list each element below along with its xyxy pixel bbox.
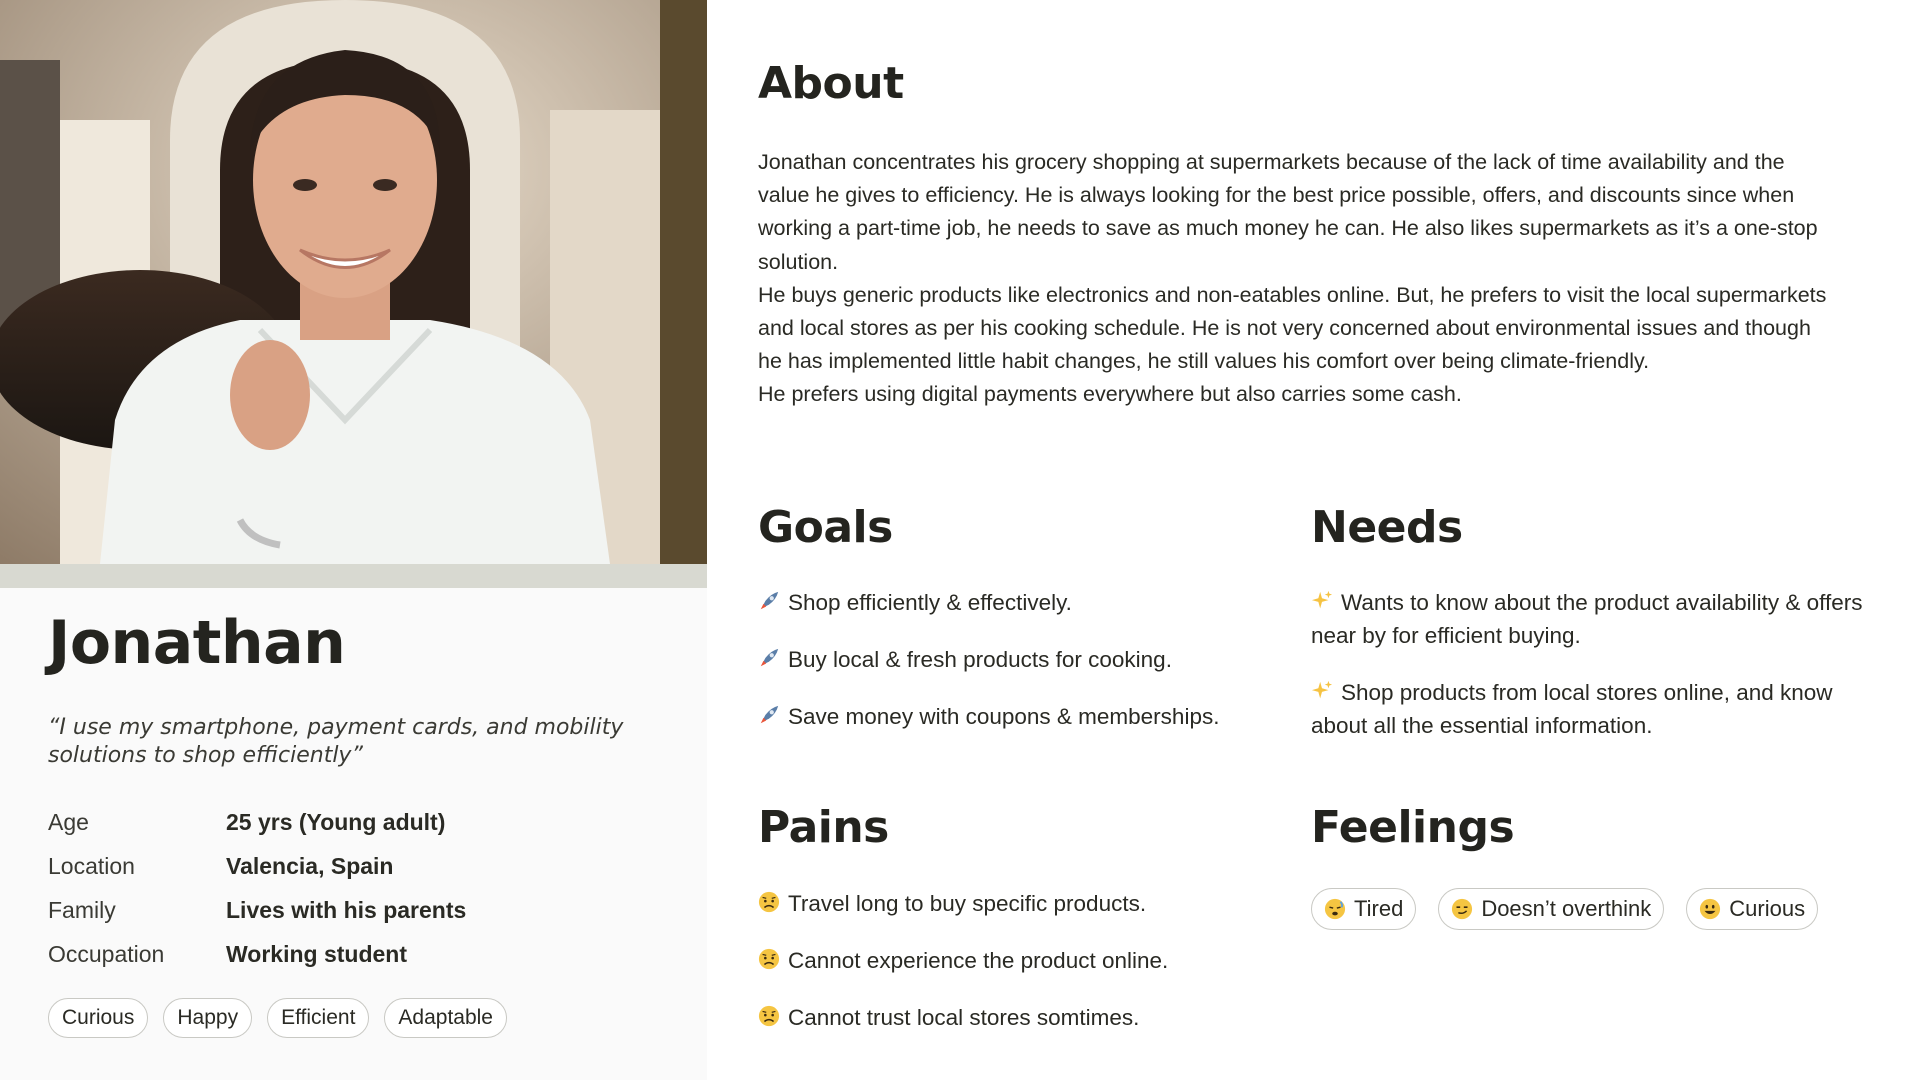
about-paragraph: Jonathan concentrates his grocery shoppi… (758, 150, 1818, 274)
photo-divider (0, 564, 707, 588)
pain-text: Cannot experience the product online. (788, 948, 1169, 973)
fact-value: Working student (226, 940, 408, 967)
profile-photo (0, 0, 707, 564)
persona-quote: “I use my smartphone, payment cards, and… (48, 715, 624, 768)
fact-label: Family (48, 896, 116, 923)
fact-value: Valencia, Spain (226, 852, 394, 879)
fact-row-family: Family Lives with his parents (48, 888, 688, 932)
feeling-label: Curious (1729, 896, 1806, 921)
feeling-tag: Doesn’t overthink (1438, 888, 1665, 930)
goals-heading: Goals (758, 502, 893, 553)
trait-tag: Curious (48, 998, 149, 1038)
persona-details: About Jonathan concentrates his grocery … (758, 0, 1888, 1080)
rocket-icon (760, 648, 779, 667)
pain-item: Cannot experience the product online. (758, 944, 1278, 977)
pains-list: Travel long to buy specific products. Ca… (758, 887, 1278, 1034)
goal-text: Buy local & fresh products for cooking. (788, 647, 1172, 672)
need-text: Shop products from local stores online, … (1311, 680, 1833, 738)
rocket-icon (760, 591, 779, 610)
tired-face-icon (1324, 898, 1346, 920)
pain-text: Cannot trust local stores somtimes. (788, 1005, 1140, 1030)
need-item: Wants to know about the product availabi… (1311, 586, 1871, 652)
sparkles-icon (1311, 680, 1333, 699)
trait-tag: Happy (163, 998, 253, 1038)
feeling-tag: Tired (1311, 888, 1417, 930)
goal-item: Shop efficiently & effectively. (758, 586, 1278, 619)
fact-label: Age (48, 808, 89, 835)
goal-text: Shop efficiently & effectively. (788, 590, 1072, 615)
feelings-heading: Feelings (1311, 802, 1515, 853)
profile-panel: Jonathan “I use my smartphone, payment c… (0, 0, 707, 1080)
fact-value: 25 yrs (Young adult) (226, 808, 446, 835)
persona-name: Jonathan (48, 608, 346, 678)
pain-item: Cannot trust local stores somtimes. (758, 1001, 1278, 1034)
rocket-icon (760, 705, 779, 724)
persona-facts: Age 25 yrs (Young adult) Location Valenc… (48, 800, 688, 976)
needs-list: Wants to know about the product availabi… (1311, 586, 1871, 742)
goal-item: Buy local & fresh products for cooking. (758, 643, 1278, 676)
feelings-list: Tired Doesn’t overthink Curious (1311, 888, 1871, 930)
about-text: Jonathan concentrates his grocery shoppi… (758, 146, 1828, 412)
fact-row-location: Location Valencia, Spain (48, 844, 688, 888)
trait-tag: Efficient (267, 998, 370, 1038)
trait-tag: Adaptable (384, 998, 507, 1038)
needs-heading: Needs (1311, 502, 1463, 553)
about-heading: About (758, 58, 904, 109)
grinning-face-icon (1700, 898, 1721, 920)
need-text: Wants to know about the product availabi… (1311, 590, 1863, 648)
feeling-tag: Curious (1686, 888, 1819, 930)
fact-row-occupation: Occupation Working student (48, 932, 688, 976)
feeling-label: Tired (1354, 896, 1404, 921)
pains-heading: Pains (758, 802, 889, 853)
trait-tags: Curious Happy Efficient Adaptable (48, 998, 507, 1038)
feeling-label: Doesn’t overthink (1481, 896, 1652, 921)
smirk-face-icon (1452, 898, 1473, 920)
about-paragraph: He buys generic products like electronic… (758, 282, 1827, 374)
worried-face-icon (758, 1005, 780, 1027)
worried-face-icon (758, 948, 780, 970)
goals-list: Shop efficiently & effectively. Buy loca… (758, 586, 1278, 733)
fact-label: Location (48, 852, 135, 879)
fact-value: Lives with his parents (226, 896, 467, 923)
sparkles-icon (1311, 590, 1333, 609)
pain-item: Travel long to buy specific products. (758, 887, 1278, 920)
worried-face-icon (758, 891, 780, 913)
fact-label: Occupation (48, 940, 165, 967)
fact-row-age: Age 25 yrs (Young adult) (48, 800, 688, 844)
goal-text: Save money with coupons & memberships. (788, 704, 1220, 729)
about-paragraph: He prefers using digital payments everyw… (758, 382, 1462, 407)
goal-item: Save money with coupons & memberships. (758, 700, 1278, 733)
pain-text: Travel long to buy specific products. (788, 891, 1147, 916)
need-item: Shop products from local stores online, … (1311, 676, 1871, 742)
